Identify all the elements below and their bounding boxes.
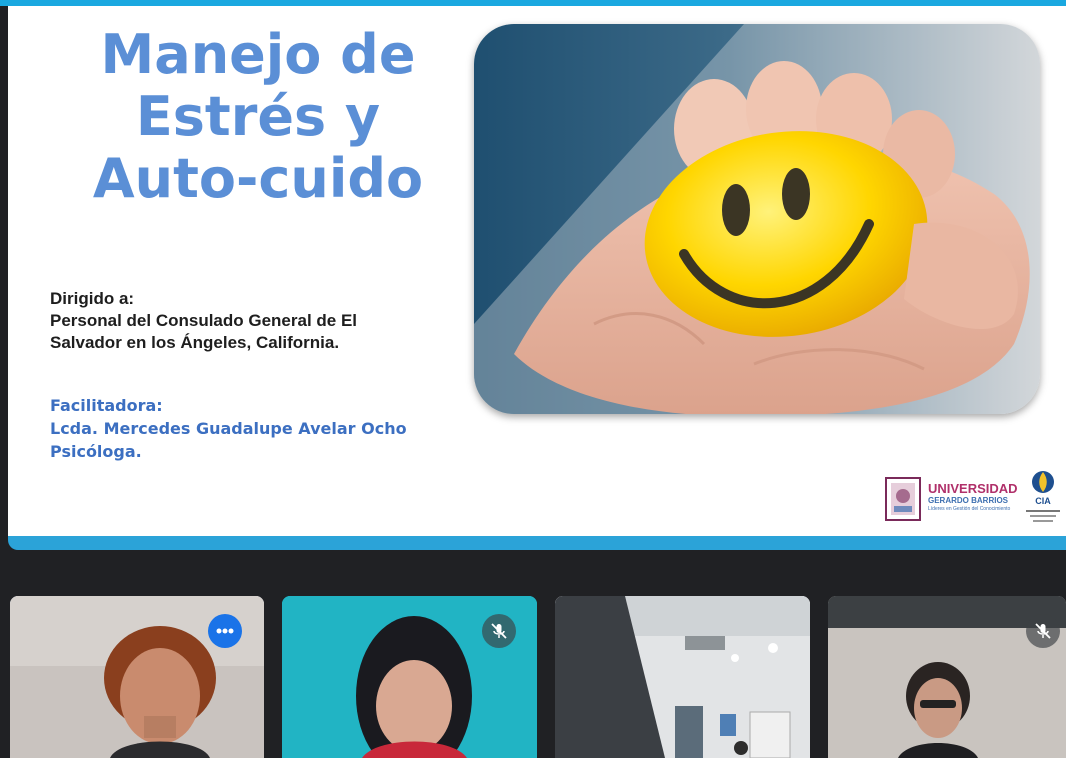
institution-logo: CIA xyxy=(1026,471,1060,522)
title-line-2: Estrés y xyxy=(135,85,381,148)
mute-indicator-2 xyxy=(482,614,516,648)
audience-label: Dirigido a: xyxy=(50,289,135,308)
participant-video-3 xyxy=(555,596,810,758)
facilitator-label: Facilitadora: xyxy=(50,396,163,415)
presentation-slide: Manejo de Estrés y Auto-cuido Dirigido a… xyxy=(8,6,1066,536)
university-name: UNIVERSIDAD xyxy=(928,481,1018,496)
participant-tile-3[interactable] xyxy=(555,596,810,758)
more-options-button[interactable] xyxy=(208,614,242,648)
participant-tile-1[interactable] xyxy=(10,596,264,758)
participant-tile-2[interactable] xyxy=(282,596,537,758)
slide-accent-stripe xyxy=(8,536,1066,550)
university-tagline: Líderes en Gestión del Conocimiento xyxy=(928,506,1011,512)
institution-logo-text: CIA xyxy=(1035,496,1051,506)
mute-indicator-4 xyxy=(1026,614,1060,648)
audience-line-2: Salvador en los Ángeles, California. xyxy=(50,333,340,352)
stress-ball-photo xyxy=(474,24,1040,414)
mic-off-icon xyxy=(1035,623,1051,639)
university-subname: GERARDO BARRIOS xyxy=(928,496,1009,505)
participant-grid xyxy=(0,596,1066,758)
title-line-3: Auto-cuido xyxy=(92,147,424,210)
facilitator-role: Psicóloga. xyxy=(50,442,142,461)
participant-tile-4[interactable] xyxy=(828,596,1066,758)
university-logo-text: UNIVERSIDAD GERARDO BARRIOS Líderes en G… xyxy=(928,482,1018,513)
audience-block: Dirigido a: Personal del Consulado Gener… xyxy=(50,288,430,354)
slide-title: Manejo de Estrés y Auto-cuido xyxy=(68,24,448,210)
facilitator-block: Facilitadora: Lcda. Mercedes Guadalupe A… xyxy=(50,394,470,463)
facilitator-name: Lcda. Mercedes Guadalupe Avelar Ocho xyxy=(50,419,407,438)
more-options-icon xyxy=(216,628,234,634)
mic-off-icon xyxy=(491,623,507,639)
title-line-1: Manejo de xyxy=(100,23,416,86)
audience-line-1: Personal del Consulado General de El xyxy=(50,311,358,330)
